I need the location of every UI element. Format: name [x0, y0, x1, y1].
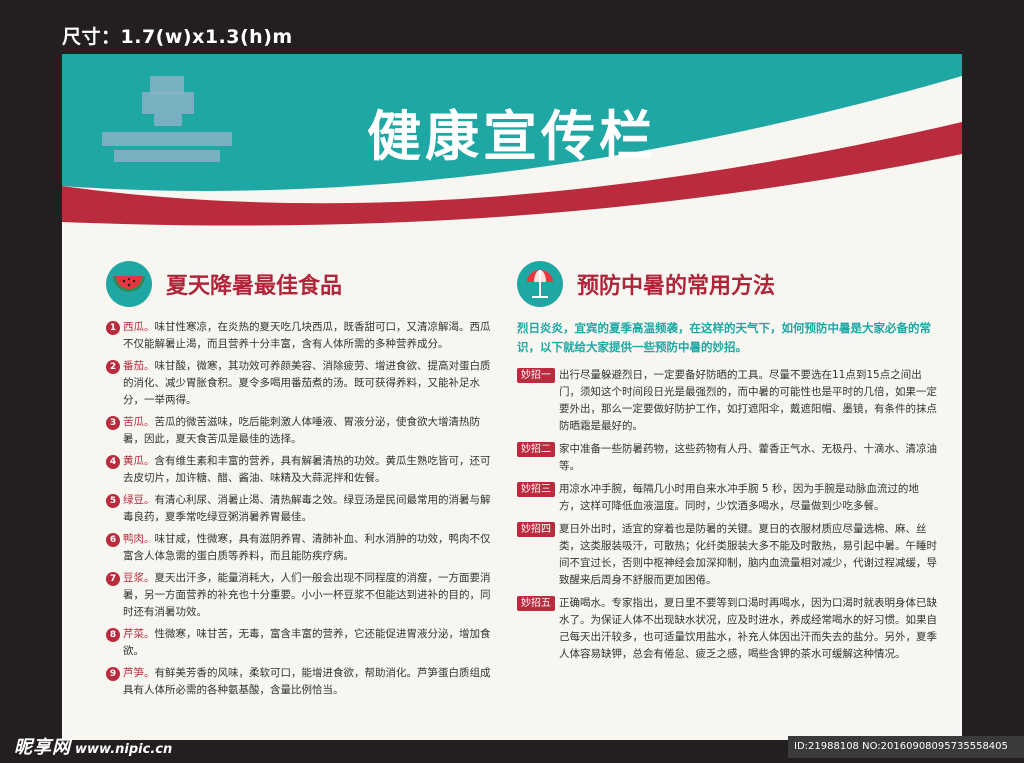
tip-text: 用凉水冲手腕，每隔几小时用自来水冲手腕 5 秒，因为手腕是动脉血流过的地方，这样… — [559, 483, 919, 512]
item-name: 鸭肉。 — [123, 533, 155, 545]
list-item: 4 黄瓜。含有维生素和丰富的营养，具有解暑清热的功效。黄瓜生熟吃皆可，还可去皮切片… — [106, 453, 491, 487]
tip-text: 夏日外出时，适宜的穿着也是防暑的关键。夏日的衣服材质应尽量选棉、麻、丝类，这类服… — [559, 523, 937, 586]
list-item: 妙招一 出行尽量躲避烈日，一定要备好防晒的工具。尽量不要选在11点到15点之间出门… — [517, 367, 937, 435]
image-id-bar: ID:21988108 NO:20160908095735558405 — [788, 736, 1024, 758]
tip-text: 正确喝水。专家指出，夏日里不要等到口渴时再喝水，因为口渴时就表明身体已缺水了。为… — [559, 597, 937, 660]
list-item: 妙招四 夏日外出时，适宜的穿着也是防暑的关键。夏日的衣服材质应尽量选棉、麻、丝类，… — [517, 521, 937, 589]
item-number: 8 — [106, 628, 120, 642]
item-text: 味甘酸，微寒，其功效可养颜美容、消除疲劳、增进食欲、提高对蛋白质的消化、减少胃胀… — [123, 360, 491, 406]
list-item: 9 芦笋。有鲜美芳香的风味，柔软可口，能增进食欲，帮助消化。芦笋蛋白质组成具有人体… — [106, 665, 491, 699]
item-name: 芹菜。 — [123, 628, 155, 640]
item-text: 有鲜美芳香的风味，柔软可口，能增进食欲，帮助消化。芦笋蛋白质组成具有人体所必需的… — [123, 667, 491, 696]
item-text: 夏天出汗多，能量消耗大，人们一般会出现不同程度的消瘦，一方面要消暑，另一方面营养… — [123, 572, 491, 618]
item-number: 2 — [106, 360, 120, 374]
item-number: 9 — [106, 667, 120, 681]
tip-badge: 妙招二 — [517, 442, 555, 457]
item-text: 有清心利尿、消暑止渴、清热解毒之效。绿豆汤是民间最常用的消暑与解毒良药，夏季常吃… — [123, 494, 491, 523]
page-title: 健康宣传栏 — [367, 105, 657, 168]
right-section-title: 预防中暑的常用方法 — [577, 274, 776, 299]
left-column: 夏天降暑最佳食品 1 西瓜。味甘性寒凉，在炎热的夏天吃几块西瓜，既香甜可口，又清凉… — [106, 259, 491, 704]
item-number: 4 — [106, 455, 120, 469]
list-item: 妙招五 正确喝水。专家指出，夏日里不要等到口渴时再喝水，因为口渴时就表明身体已缺水… — [517, 595, 937, 663]
watermark-url: www.nipic.cn — [75, 742, 173, 757]
list-item: 2 番茄。味甘酸，微寒，其功效可养颜美容、消除疲劳、增进食欲、提高对蛋白质的消化、… — [106, 358, 491, 409]
item-number: 1 — [106, 321, 120, 335]
list-item: 5 绿豆。有清心利尿、消暑止渴、清热解毒之效。绿豆汤是民间最常用的消暑与解毒良药，… — [106, 492, 491, 526]
item-text: 性微寒，味甘苦，无毒，富含丰富的营养，它还能促进胃液分泌，增加食欲。 — [123, 628, 491, 657]
list-item: 6 鸭肉。味甘咸，性微寒，具有滋阴养胃、清肺补血、利水消肿的功效，鸭肉不仅富含人体… — [106, 531, 491, 565]
tip-badge: 妙招三 — [517, 482, 555, 497]
right-section-header: 预防中暑的常用方法 — [517, 259, 937, 309]
item-name: 西瓜。 — [123, 321, 155, 333]
tip-badge: 妙招一 — [517, 368, 555, 383]
item-text: 含有维生素和丰富的营养，具有解暑清热的功效。黄瓜生熟吃皆可，还可去皮切片，加许糖… — [123, 455, 491, 484]
size-label: 尺寸：1.7(w)x1.3(h)m — [62, 26, 293, 48]
item-text: 味甘咸，性微寒，具有滋阴养胃、清肺补血、利水消肿的功效，鸭肉不仅富含人体急需的蛋… — [123, 533, 491, 562]
item-name: 番茄。 — [123, 360, 155, 372]
list-item: 3 苦瓜。苦瓜的微苦滋味，吃后能刺激人体唾液、胃液分泌，使食欲大增清热防暑，因此，… — [106, 414, 491, 448]
list-item: 妙招三 用凉水冲手腕，每隔几小时用自来水冲手腕 5 秒，因为手腕是动脉血流过的地方… — [517, 481, 937, 515]
tips-list: 妙招一 出行尽量躲避烈日，一定要备好防晒的工具。尽量不要选在11点到15点之间出门… — [517, 367, 937, 663]
list-item: 7 豆浆。夏天出汗多，能量消耗大，人们一般会出现不同程度的消瘦，一方面要消暑，另一… — [106, 570, 491, 621]
item-number: 5 — [106, 494, 120, 508]
watermark-brand: 昵享网 — [14, 737, 71, 758]
health-board: 健康宣传栏 夏天降暑最佳食品 1 西瓜。味甘性寒凉，在炎热的夏天吃几块西瓜，既香甜… — [62, 54, 962, 740]
item-name: 绿豆。 — [123, 494, 155, 506]
list-item: 1 西瓜。味甘性寒凉，在炎热的夏天吃几块西瓜，既香甜可口，又清凉解渴。西瓜不仅能解… — [106, 319, 491, 353]
left-section-title: 夏天降暑最佳食品 — [166, 274, 343, 299]
item-text: 苦瓜的微苦滋味，吃后能刺激人体唾液、胃液分泌，使食欲大增清热防暑，因此，夏天食苦… — [123, 416, 480, 445]
intro-text: 烈日炎炎，宜宾的夏季高温频袭，在这样的天气下，如何预防中暑是大家必备的常识，以下… — [517, 321, 931, 354]
list-item: 妙招二 家中准备一些防暑药物，这些药物有人丹、藿香正气水、无极丹、十滴水、清凉油等… — [517, 441, 937, 475]
tip-text: 出行尽量躲避烈日，一定要备好防晒的工具。尽量不要选在11点到15点之间出门，须知… — [559, 369, 937, 432]
left-section-header: 夏天降暑最佳食品 — [106, 259, 491, 309]
watermark: 昵享网 www.nipic.cn — [14, 733, 172, 759]
food-list: 1 西瓜。味甘性寒凉，在炎热的夏天吃几块西瓜，既香甜可口，又清凉解渴。西瓜不仅能解… — [106, 319, 491, 699]
item-text: 味甘性寒凉，在炎热的夏天吃几块西瓜，既香甜可口，又清凉解渴。西瓜不仅能解暑止渴，… — [123, 321, 491, 350]
watermelon-icon — [106, 261, 152, 307]
item-number: 6 — [106, 533, 120, 547]
item-name: 芦笋。 — [123, 667, 155, 679]
item-name: 苦瓜。 — [123, 416, 155, 428]
right-column: 预防中暑的常用方法 烈日炎炎，宜宾的夏季高温频袭，在这样的天气下，如何预防中暑是… — [517, 259, 937, 669]
umbrella-icon — [517, 261, 563, 307]
tip-text: 家中准备一些防暑药物，这些药物有人丹、藿香正气水、无极丹、十滴水、清凉油等。 — [559, 443, 937, 472]
tip-badge: 妙招五 — [517, 596, 555, 611]
tip-badge: 妙招四 — [517, 522, 555, 537]
item-name: 豆浆。 — [123, 572, 155, 584]
item-number: 3 — [106, 416, 120, 430]
list-item: 8 芹菜。性微寒，味甘苦，无毒，富含丰富的营养，它还能促进胃液分泌，增加食欲。 — [106, 626, 491, 660]
item-name: 黄瓜。 — [123, 455, 155, 467]
item-number: 7 — [106, 572, 120, 586]
